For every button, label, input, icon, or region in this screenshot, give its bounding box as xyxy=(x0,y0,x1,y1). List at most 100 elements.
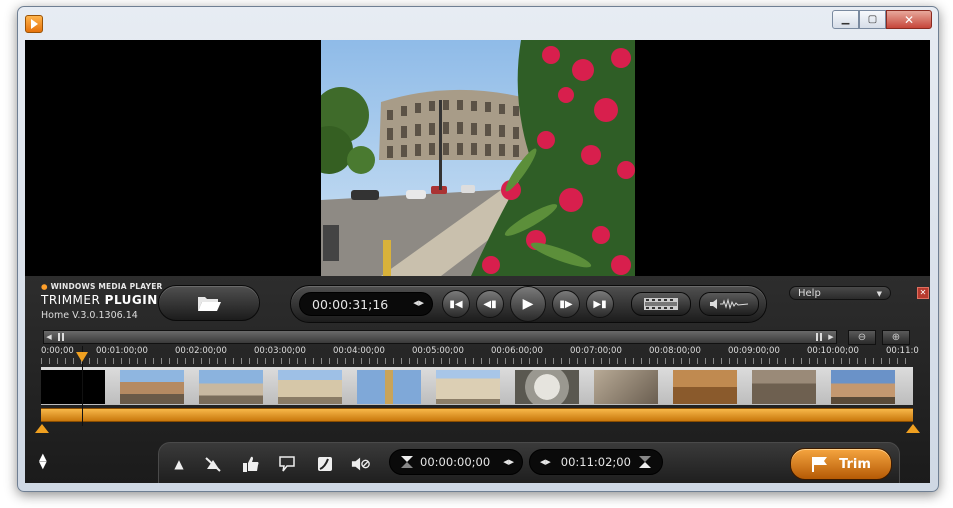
end-spin-icon[interactable]: ◀▶ xyxy=(540,458,551,466)
step-back-button[interactable]: ◀▮ xyxy=(476,290,504,318)
maximize-button[interactable]: ▢ xyxy=(859,10,886,29)
version-label: Home V.3.0.1306.14 xyxy=(41,310,138,321)
mute-button[interactable] xyxy=(351,454,371,474)
trim-toolbar: ▲ 00:00:00;00 ◀▶ ◀▶ 00:11:02;00 xyxy=(158,442,900,483)
scroll-thumb-right[interactable] xyxy=(816,333,822,341)
folder-open-icon xyxy=(198,297,221,311)
tick-label: 00:05:00;00 xyxy=(412,346,464,356)
collapse-button[interactable]: ▲ ▼ xyxy=(39,452,47,471)
play-icon: ▶ xyxy=(522,296,534,312)
thumbnail xyxy=(752,370,816,404)
thumbs-up-icon xyxy=(243,456,259,472)
video-area[interactable] xyxy=(25,40,930,276)
help-dropdown[interactable]: Help ▼ xyxy=(789,286,891,300)
trim-button[interactable]: Trim xyxy=(790,448,892,480)
close-panel-button[interactable]: ✕ xyxy=(917,287,929,299)
thumbnail xyxy=(515,370,579,404)
double-chevron-down-icon: ▲ ▼ xyxy=(39,452,47,471)
thumbnail xyxy=(199,370,263,404)
flag-icon xyxy=(812,457,828,472)
open-file-button[interactable] xyxy=(158,285,260,321)
window-controls: ▁ ▢ ✕ xyxy=(832,10,932,29)
timeline-ruler[interactable]: 0:00;00 00:01:00;00 00:02:00;00 00:03:00… xyxy=(41,346,919,364)
zoom-out-button[interactable]: ⊖ xyxy=(848,330,876,345)
brand-line1-text: WINDOWS MEDIA PLAYER xyxy=(50,282,163,291)
snapshot-button[interactable] xyxy=(315,454,335,474)
trim-button-label: Trim xyxy=(839,456,871,472)
skip-start-icon: ▮◀ xyxy=(449,298,463,310)
triangle-up-icon: ▲ xyxy=(174,457,184,471)
filmstrip-button[interactable] xyxy=(631,292,691,316)
thumbs-up-button[interactable] xyxy=(241,454,261,474)
brand-plugin: PLUGIN xyxy=(104,293,158,307)
tick-label: 00:09:00;00 xyxy=(728,346,780,356)
time-spin-icon[interactable]: ◀▶ xyxy=(413,299,424,307)
control-panel: ● WINDOWS MEDIA PLAYER TRIMMER PLUGIN Ho… xyxy=(25,276,930,483)
zoom-out-icon: ⊖ xyxy=(857,332,867,343)
next-frame-button[interactable]: ▶▮ xyxy=(586,290,614,318)
play-button[interactable]: ▶ xyxy=(510,286,546,322)
tick-label: 00:02:00;00 xyxy=(175,346,227,356)
app-window: ▁ ▢ ✕ ● WINDOWS MEDIA PLAYER TRIMMER PLU… xyxy=(17,6,939,492)
tick-label: 0:00;00 xyxy=(41,346,74,356)
brand-line1: ● WINDOWS MEDIA PLAYER xyxy=(41,282,163,291)
trim-end-field[interactable]: ◀▶ 00:11:02;00 xyxy=(529,449,663,475)
client-area: ● WINDOWS MEDIA PLAYER TRIMMER PLUGIN Ho… xyxy=(25,40,930,483)
app-icon xyxy=(25,15,43,33)
tick-label: 00:06:00;00 xyxy=(491,346,543,356)
trim-end-text: 00:11:02;00 xyxy=(560,455,631,469)
step-back-icon: ◀▮ xyxy=(483,298,497,310)
thumbnail xyxy=(278,370,342,404)
help-label: Help xyxy=(798,288,821,299)
end-point-icon xyxy=(639,456,651,468)
trim-start-field[interactable]: 00:00:00;00 ◀▶ xyxy=(389,449,523,475)
tick-label: 00:08:00;00 xyxy=(649,346,701,356)
clear-mark-button[interactable] xyxy=(203,454,223,474)
start-point-icon xyxy=(401,456,413,468)
thumbnail-strip[interactable] xyxy=(41,367,913,405)
timeline-scrollbar[interactable]: ◀ ▶ xyxy=(43,330,837,344)
current-time-text: 00:00:31;16 xyxy=(312,296,389,312)
brand-trimmer: TRIMMER xyxy=(41,293,101,307)
tick-label: 00:07:00;00 xyxy=(570,346,622,356)
thumbnail xyxy=(831,370,895,404)
brand-line2: TRIMMER PLUGIN xyxy=(41,293,163,307)
trim-start-text: 00:00:00;00 xyxy=(420,455,491,469)
playhead-marker-icon[interactable] xyxy=(76,352,88,362)
scroll-left-icon[interactable]: ◀ xyxy=(44,331,54,343)
triangle-crossed-icon xyxy=(205,457,221,472)
scroll-thumb-left[interactable] xyxy=(58,333,64,341)
transport-bar: 00:00:31;16 ◀▶ ▮◀ ◀▮ ▶ ▮▶ ▶▮ xyxy=(290,285,767,323)
selection-track[interactable] xyxy=(41,408,913,422)
start-marker-icon[interactable] xyxy=(35,424,49,433)
minimize-button[interactable]: ▁ xyxy=(832,10,859,29)
thumbnail xyxy=(594,370,658,404)
step-forward-icon: ▮▶ xyxy=(559,298,573,310)
comment-button[interactable] xyxy=(277,454,297,474)
wmp-logo-icon: ● xyxy=(41,282,48,291)
speaker-mute-icon xyxy=(351,457,370,471)
brand-block: ● WINDOWS MEDIA PLAYER TRIMMER PLUGIN Ho… xyxy=(41,282,163,321)
chevron-down-icon: ▼ xyxy=(876,290,882,298)
tick-label: 00:03:00;00 xyxy=(254,346,306,356)
zoom-in-icon: ⊕ xyxy=(891,332,901,343)
filmstrip-icon xyxy=(644,298,678,310)
thumbnail xyxy=(41,370,105,404)
close-button[interactable]: ✕ xyxy=(886,10,932,29)
skip-end-icon: ▶▮ xyxy=(593,298,607,310)
speech-bubble-icon xyxy=(279,456,295,472)
scroll-right-icon[interactable]: ▶ xyxy=(826,331,836,343)
mark-in-button[interactable]: ▲ xyxy=(169,454,189,474)
tick-label: 00:10:00;00 xyxy=(807,346,859,356)
audio-waveform-button[interactable] xyxy=(699,292,759,316)
tick-label: 00:11:0 xyxy=(886,346,919,356)
prev-frame-button[interactable]: ▮◀ xyxy=(442,290,470,318)
step-forward-button[interactable]: ▮▶ xyxy=(552,290,580,318)
thumbnail xyxy=(120,370,184,404)
start-spin-icon[interactable]: ◀▶ xyxy=(503,458,514,466)
end-marker-icon[interactable] xyxy=(906,424,920,433)
current-time-display[interactable]: 00:00:31;16 ◀▶ xyxy=(299,292,433,316)
video-frame xyxy=(321,40,635,276)
zoom-in-button[interactable]: ⊕ xyxy=(882,330,910,345)
thumbnail xyxy=(357,370,421,404)
